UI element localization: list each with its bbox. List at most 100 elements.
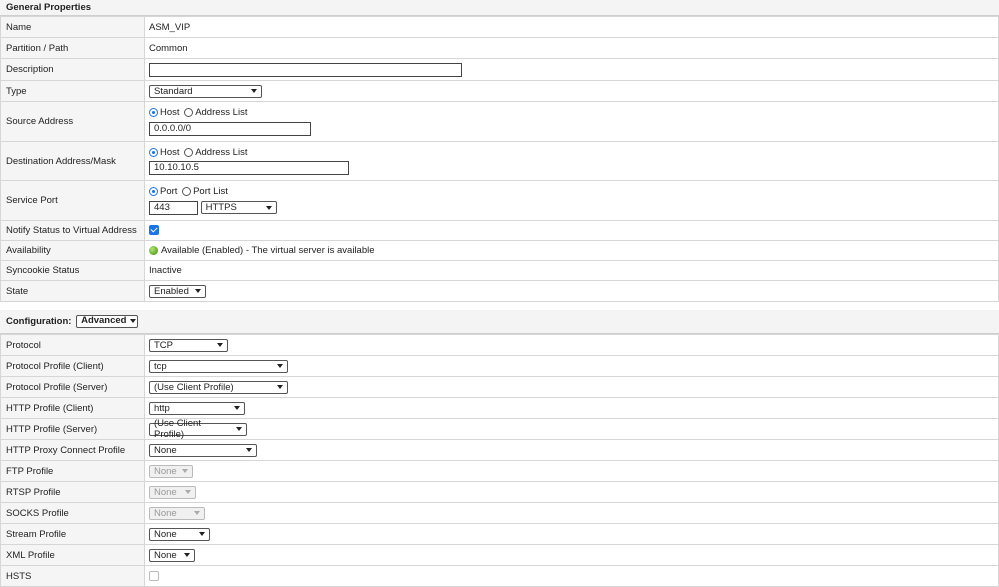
service-port-protocol-value: HTTPS xyxy=(205,202,237,213)
type-label: Type xyxy=(0,80,145,102)
http-profile-server-label: HTTP Profile (Server) xyxy=(0,418,145,440)
stream-profile-select[interactable]: None xyxy=(149,527,210,541)
protocol-profile-server-label: Protocol Profile (Server) xyxy=(0,376,145,398)
port-radio-label: Port xyxy=(160,186,178,198)
source-address-list-radio[interactable] xyxy=(184,108,194,118)
destination-address-label: Destination Address/Mask xyxy=(0,141,145,181)
partition-value: Common xyxy=(144,37,999,59)
ftp-profile-label: FTP Profile xyxy=(0,460,145,482)
protocol-label: Protocol xyxy=(0,334,145,356)
http-profile-client-value: http xyxy=(154,402,170,414)
socks-profile-select: None xyxy=(149,506,205,520)
availability-label: Availability xyxy=(0,240,145,261)
row-http-profile-server: HTTP Profile (Server) (Use Client Profil… xyxy=(0,418,999,440)
chevron-down-icon xyxy=(184,553,190,557)
row-source-address: Source Address Host Address List 0.0.0.0… xyxy=(0,101,999,142)
state-select[interactable]: Enabled xyxy=(149,284,206,298)
source-address-input[interactable]: 0.0.0.0/0 xyxy=(149,121,311,136)
row-description: Description xyxy=(0,58,999,81)
source-address-label: Source Address xyxy=(0,101,145,142)
row-protocol-profile-client: Protocol Profile (Client) tcp xyxy=(0,355,999,377)
row-type: Type Standard xyxy=(0,80,999,102)
row-protocol-profile-server: Protocol Profile (Server) (Use Client Pr… xyxy=(0,376,999,398)
stream-profile-value: None xyxy=(154,528,177,540)
destination-address-list-radio[interactable] xyxy=(184,147,194,157)
general-properties-table: Name ASM_VIP Partition / Path Common Des… xyxy=(0,16,999,302)
protocol-profile-client-label: Protocol Profile (Client) xyxy=(0,355,145,377)
syncookie-value: Inactive xyxy=(144,260,999,281)
general-properties-title: General Properties xyxy=(6,2,92,13)
protocol-profile-client-select[interactable]: tcp xyxy=(149,359,288,373)
type-select[interactable]: Standard xyxy=(149,84,262,98)
configuration-mode-value: Advanced xyxy=(81,315,127,327)
row-stream-profile: Stream Profile None xyxy=(0,523,999,545)
destination-host-radio[interactable] xyxy=(149,147,158,157)
protocol-select[interactable]: TCP xyxy=(149,338,228,352)
row-service-port: Service Port Port Port List 443 HTTPS xyxy=(0,180,999,221)
destination-address-input[interactable]: 10.10.10.5 xyxy=(149,161,349,175)
stream-profile-label: Stream Profile xyxy=(0,523,145,545)
xml-profile-value: None xyxy=(154,549,177,561)
row-rtsp-profile: RTSP Profile None xyxy=(0,481,999,503)
http-profile-client-select[interactable]: http xyxy=(149,401,245,415)
http-proxy-connect-select[interactable]: None xyxy=(149,443,257,457)
chevron-down-icon xyxy=(277,364,283,368)
protocol-profile-server-select[interactable]: (Use Client Profile) xyxy=(149,380,288,394)
row-http-profile-client: HTTP Profile (Client) http xyxy=(0,397,999,419)
chevron-down-icon xyxy=(251,89,257,93)
http-profile-server-select[interactable]: (Use Client Profile) xyxy=(149,418,247,440)
http-profile-client-label: HTTP Profile (Client) xyxy=(0,397,145,419)
chevron-down-icon xyxy=(236,427,242,431)
protocol-profile-client-value: tcp xyxy=(154,360,167,372)
configuration-title: Configuration: xyxy=(6,316,72,327)
chevron-down-icon xyxy=(195,289,201,293)
destination-host-label: Host xyxy=(160,146,180,158)
service-port-protocol-select[interactable]: HTTPS xyxy=(200,201,277,214)
socks-profile-label: SOCKS Profile xyxy=(0,502,145,524)
xml-profile-select[interactable]: None xyxy=(149,548,195,562)
partial-row-checkbox[interactable] xyxy=(149,570,159,581)
notify-status-checkbox[interactable] xyxy=(149,225,159,236)
type-select-value: Standard xyxy=(154,85,193,97)
row-notify-status: Notify Status to Virtual Address xyxy=(0,220,999,241)
source-host-label: Host xyxy=(160,107,180,119)
chevron-down-icon xyxy=(265,205,272,210)
xml-profile-label: XML Profile xyxy=(0,544,145,566)
general-properties-header: General Properties xyxy=(0,0,999,16)
service-port-input[interactable]: 443 xyxy=(149,200,198,215)
available-status-icon xyxy=(149,245,158,255)
row-name: Name ASM_VIP xyxy=(0,16,999,38)
port-list-radio-label: Port List xyxy=(193,186,228,198)
row-ftp-profile: FTP Profile None xyxy=(0,460,999,482)
chevron-down-icon xyxy=(185,490,191,494)
row-destination-address: Destination Address/Mask Host Address Li… xyxy=(0,141,999,181)
description-label: Description xyxy=(0,58,145,81)
row-xml-profile: XML Profile None xyxy=(0,544,999,566)
row-partition: Partition / Path Common xyxy=(0,37,999,59)
chevron-down-icon xyxy=(217,343,223,347)
row-socks-profile: SOCKS Profile None xyxy=(0,502,999,524)
row-protocol: Protocol TCP xyxy=(0,334,999,356)
port-list-radio[interactable] xyxy=(182,187,192,197)
chevron-down-icon xyxy=(194,511,200,515)
name-label: Name xyxy=(0,16,145,38)
row-syncookie: Syncookie Status Inactive xyxy=(0,260,999,281)
http-profile-server-value: (Use Client Profile) xyxy=(154,418,201,440)
http-proxy-connect-value: None xyxy=(154,444,177,456)
rtsp-profile-value: None xyxy=(154,486,177,498)
configuration-header: Configuration: Advanced xyxy=(0,310,999,334)
source-host-radio[interactable] xyxy=(149,108,158,118)
protocol-profile-server-value: (Use Client Profile) xyxy=(154,381,234,393)
chevron-down-icon xyxy=(234,406,240,410)
description-input[interactable] xyxy=(149,62,462,77)
partition-label: Partition / Path xyxy=(0,37,145,59)
availability-value: Available (Enabled) - The virtual server… xyxy=(161,244,375,256)
configuration-table: Protocol TCP Protocol Profile (Client) t… xyxy=(0,334,999,587)
row-http-proxy-connect: HTTP Proxy Connect Profile None xyxy=(0,439,999,461)
port-radio[interactable] xyxy=(149,187,158,197)
configuration-mode-select[interactable]: Advanced xyxy=(76,314,139,328)
protocol-select-value: TCP xyxy=(154,339,173,351)
rtsp-profile-select: None xyxy=(149,485,196,499)
source-address-list-label: Address List xyxy=(195,107,248,119)
chevron-down-icon xyxy=(199,532,205,536)
